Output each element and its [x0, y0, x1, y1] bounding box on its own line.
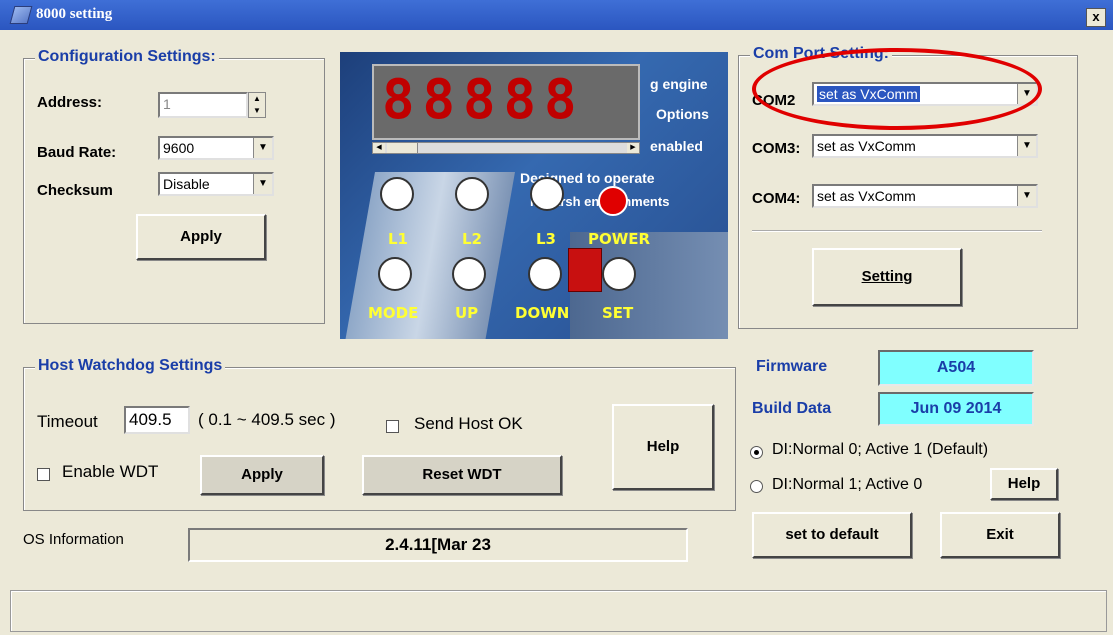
watchdog-help-button[interactable]: Help	[612, 404, 714, 490]
chevron-down-icon[interactable]: ▼	[253, 138, 272, 158]
timeout-range-label: ( 0.1 ~ 409.5 sec )	[198, 410, 336, 429]
build-data-value: Jun 09 2014	[878, 392, 1034, 426]
di-option-2-radio[interactable]	[750, 480, 763, 493]
btn-label-mode: MODE	[368, 304, 419, 322]
scroll-right-arrow[interactable]: ▶	[627, 143, 639, 153]
com3-select[interactable]: set as VxComm ▼	[812, 134, 1038, 158]
com4-select[interactable]: set as VxComm ▼	[812, 184, 1038, 208]
checksum-label: Checksum	[37, 182, 113, 199]
watchdog-legend: Host Watchdog Settings	[35, 357, 226, 375]
com-divider	[752, 230, 1042, 232]
watchdog-apply-button[interactable]: Apply	[200, 455, 324, 495]
timeout-input[interactable]: 409.5	[124, 406, 190, 434]
bg-text-1: g engine	[650, 76, 708, 92]
send-host-ok-checkbox[interactable]	[386, 420, 399, 433]
baud-rate-value: 9600	[163, 140, 195, 156]
checksum-select[interactable]: Disable ▼	[158, 172, 274, 196]
bg-text-3: enabled	[650, 138, 703, 154]
configuration-legend: Configuration Settings:	[35, 48, 219, 66]
address-spinner[interactable]: ▲ ▼	[248, 92, 266, 118]
set-button[interactable]	[602, 257, 636, 291]
close-button[interactable]: x	[1086, 8, 1106, 27]
led-label-l2: L2	[462, 230, 482, 248]
com3-value: set as VxComm	[817, 138, 916, 154]
segment-digits: 88888	[382, 68, 585, 131]
com4-label: COM4:	[752, 190, 801, 207]
btn-label-set: SET	[602, 304, 634, 322]
btn-label-up: UP	[455, 304, 479, 322]
scroll-left-arrow[interactable]: ◀	[373, 143, 385, 153]
red-block	[568, 248, 602, 292]
led-power	[598, 186, 628, 216]
firmware-label: Firmware	[756, 358, 828, 375]
status-bar	[10, 590, 1107, 632]
mode-button[interactable]	[378, 257, 412, 291]
bg-text-2: Options	[656, 106, 709, 122]
reset-wdt-button[interactable]: Reset WDT	[362, 455, 562, 495]
app-icon	[9, 6, 33, 24]
exit-button[interactable]: Exit	[940, 512, 1060, 558]
segment-display: 88888	[372, 64, 640, 140]
config-apply-button[interactable]: Apply	[136, 214, 266, 260]
enable-wdt-checkbox[interactable]	[37, 468, 50, 481]
baud-rate-label: Baud Rate:	[37, 144, 117, 161]
enable-wdt-label: Enable WDT	[62, 462, 159, 481]
device-scrollbar[interactable]: ◀ ▶	[372, 142, 640, 154]
baud-rate-select[interactable]: 9600 ▼	[158, 136, 274, 160]
set-to-default-button[interactable]: set to default	[752, 512, 912, 558]
led-l1	[380, 177, 414, 211]
os-info-label: OS Information	[23, 531, 124, 548]
chevron-down-icon[interactable]: ▼	[1017, 186, 1036, 206]
led-l3	[530, 177, 564, 211]
led-label-l3: L3	[536, 230, 556, 248]
address-label: Address:	[37, 94, 103, 111]
timeout-label: Timeout	[37, 412, 98, 431]
up-button[interactable]	[452, 257, 486, 291]
send-host-ok-label: Send Host OK	[414, 414, 523, 433]
window-title: 8000 setting	[36, 6, 113, 22]
build-data-label: Build Data	[752, 400, 832, 417]
down-button[interactable]	[528, 257, 562, 291]
chevron-down-icon[interactable]: ▼	[253, 174, 272, 194]
di-option-1-label: DI:Normal 0; Active 1 (Default)	[772, 441, 989, 458]
checksum-value: Disable	[163, 176, 210, 192]
com4-value: set as VxComm	[817, 188, 916, 204]
di-option-1-radio[interactable]	[750, 446, 763, 459]
di-help-button[interactable]: Help	[990, 468, 1058, 500]
address-field[interactable]: 1	[158, 92, 248, 118]
os-info-value: 2.4.11[Mar 23	[188, 528, 688, 562]
btn-label-down: DOWN	[515, 304, 570, 322]
com3-label: COM3:	[752, 140, 801, 157]
highlight-ellipse	[752, 48, 1042, 130]
title-bar: 8000 setting	[0, 0, 1113, 30]
setting-button[interactable]: Setting	[812, 248, 962, 306]
led-l2	[455, 177, 489, 211]
led-label-l1: L1	[388, 230, 408, 248]
scroll-thumb[interactable]	[387, 143, 418, 153]
firmware-value: A504	[878, 350, 1034, 386]
device-image: g engine Options enabled Designed to ope…	[340, 52, 728, 339]
di-option-2-label: DI:Normal 1; Active 0	[772, 476, 923, 493]
chevron-down-icon[interactable]: ▼	[1017, 136, 1036, 156]
led-label-power: POWER	[588, 230, 651, 248]
